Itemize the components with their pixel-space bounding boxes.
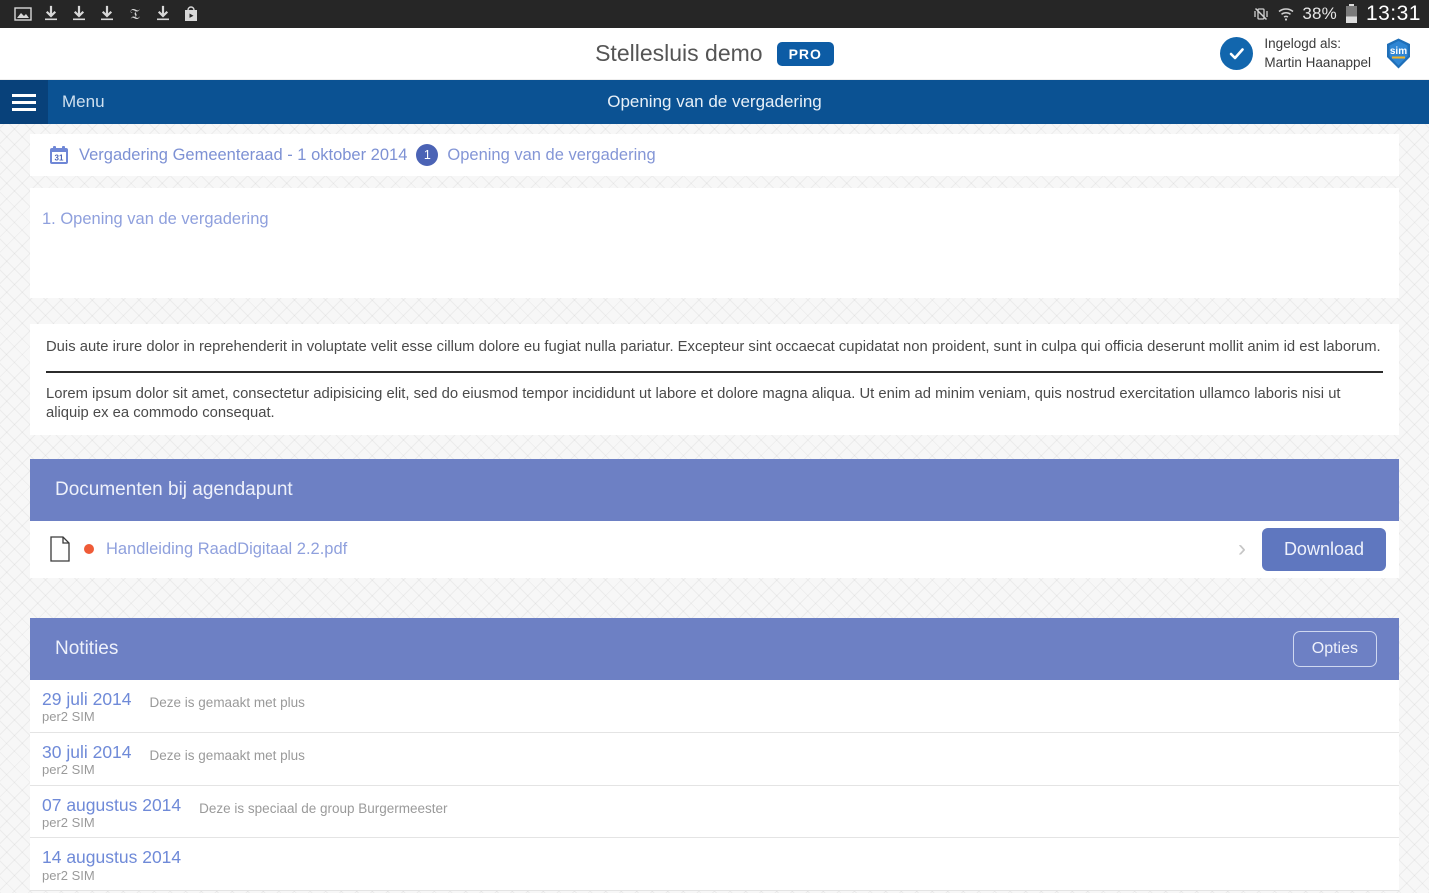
account-name: Martin Haanappel (1264, 54, 1371, 70)
svg-text:31: 31 (55, 154, 64, 163)
notes-section-title: Notities (55, 637, 119, 659)
clock: 13:31 (1365, 2, 1421, 25)
nav-bar: Menu Opening van de vergadering (0, 80, 1429, 124)
breadcrumb-meeting-link[interactable]: Vergadering Gemeenteraad - 1 oktober 201… (79, 146, 407, 165)
note-date: 29 juli 2014 (42, 688, 132, 709)
document-name[interactable]: Handleiding RaadDigitaal 2.2.pdf (106, 540, 347, 559)
svg-text:sim: sim (1390, 46, 1407, 57)
options-button[interactable]: Opties (1292, 630, 1377, 667)
note-meta: 30 juli 2014 per2 SIM (42, 742, 132, 779)
nyt-icon: 𝔗 (130, 7, 140, 23)
playstore-icon (185, 6, 197, 21)
agenda-title-card: 1. Opening van de vergadering (30, 188, 1399, 298)
wifi-icon (1278, 8, 1294, 21)
breadcrumb-item-number: 1 (416, 144, 439, 166)
breadcrumb: 31 Vergadering Gemeenteraad - 1 oktober … (30, 134, 1399, 176)
sim-logo-icon[interactable]: sim (1382, 37, 1415, 70)
hamburger-menu-icon[interactable] (0, 80, 48, 124)
calendar-icon: 31 (48, 144, 70, 166)
download-icon (73, 5, 85, 21)
status-bar-notification-icons: 𝔗 (8, 5, 200, 23)
check-circle-icon (1220, 37, 1254, 70)
body-divider (46, 370, 1383, 373)
download-button[interactable]: Download (1261, 527, 1386, 571)
note-author: per2 SIM (42, 762, 95, 778)
status-bar-system-icons: 38% 13:31 (1252, 2, 1421, 26)
note-meta: 14 augustus 2014 per2 SIM (42, 847, 181, 884)
app-header-center: Stellesluis demo PRO (0, 40, 1429, 67)
document-row[interactable]: Handleiding RaadDigitaal 2.2.pdf › Downl… (30, 520, 1399, 578)
app-header: Stellesluis demo PRO Ingelogd als: Marti… (0, 28, 1429, 80)
note-date: 14 augustus 2014 (42, 847, 182, 868)
note-date: 30 juli 2014 (42, 741, 132, 762)
documents-section: Documenten bij agendapunt Handleiding Ra… (30, 458, 1399, 578)
note-row[interactable]: 29 juli 2014 per2 SIM Deze is gemaakt me… (30, 680, 1399, 733)
body-paragraph-1: Duis aute irure dolor in reprehenderit i… (46, 339, 1381, 355)
battery-icon (1345, 3, 1357, 23)
documents-section-header: Documenten bij agendapunt (30, 458, 1399, 521)
note-row[interactable]: 30 juli 2014 per2 SIM Deze is gemaakt me… (30, 733, 1399, 786)
note-text: Deze is gemaakt met plus (149, 694, 305, 710)
agenda-title: 1. Opening van de vergadering (42, 210, 269, 228)
note-row[interactable]: 07 augustus 2014 per2 SIM Deze is specia… (30, 786, 1399, 839)
download-icon (101, 5, 113, 21)
page-title: Opening van de vergadering (607, 92, 822, 111)
app-title: Stellesluis demo (595, 40, 763, 66)
document-status-dot (84, 544, 94, 555)
body-paragraph-2: Lorem ipsum dolor sit amet, consectetur … (46, 385, 1341, 421)
note-text: Deze is speciaal de group Burgermeester (199, 800, 448, 816)
status-bar: 𝔗 38% 13:31 (0, 0, 1429, 28)
image-icon (14, 7, 32, 21)
note-text (181, 847, 199, 853)
notes-list: 29 juli 2014 per2 SIM Deze is gemaakt me… (30, 679, 1399, 892)
note-text: Deze is gemaakt met plus (149, 747, 305, 763)
account-text: Ingelogd als: Martin Haanappel (1264, 35, 1371, 71)
battery-percentage: 38% (1302, 4, 1337, 23)
chevron-right-icon[interactable]: › (1238, 537, 1262, 561)
nav-menu-label[interactable]: Menu (48, 92, 105, 112)
download-icon (45, 5, 57, 21)
document-file-icon (50, 536, 70, 562)
main-content: 31 Vergadering Gemeenteraad - 1 oktober … (0, 124, 1429, 892)
note-meta: 07 augustus 2014 per2 SIM (42, 795, 181, 832)
pro-badge[interactable]: PRO (776, 41, 834, 66)
documents-section-title: Documenten bij agendapunt (55, 478, 293, 500)
note-author: per2 SIM (42, 815, 95, 831)
notes-section: Notities Opties 29 juli 2014 per2 SIM De… (30, 617, 1399, 892)
svg-text:𝔗: 𝔗 (130, 7, 140, 23)
download-icon (157, 5, 169, 21)
note-date: 07 augustus 2014 (42, 794, 182, 815)
vibrate-off-icon (1254, 7, 1268, 21)
account-area[interactable]: Ingelogd als: Martin Haanappel sim (1220, 35, 1415, 71)
note-row[interactable]: 14 augustus 2014 per2 SIM (30, 838, 1399, 892)
note-meta: 29 juli 2014 per2 SIM (42, 689, 132, 726)
notes-section-header: Notities Opties (30, 617, 1399, 680)
breadcrumb-current-item: Opening van de vergadering (447, 145, 656, 164)
note-author: per2 SIM (42, 868, 95, 884)
account-label: Ingelogd als: (1264, 36, 1341, 52)
agenda-body-card: Duis aute irure dolor in reprehenderit i… (30, 324, 1399, 435)
note-author: per2 SIM (42, 709, 95, 725)
